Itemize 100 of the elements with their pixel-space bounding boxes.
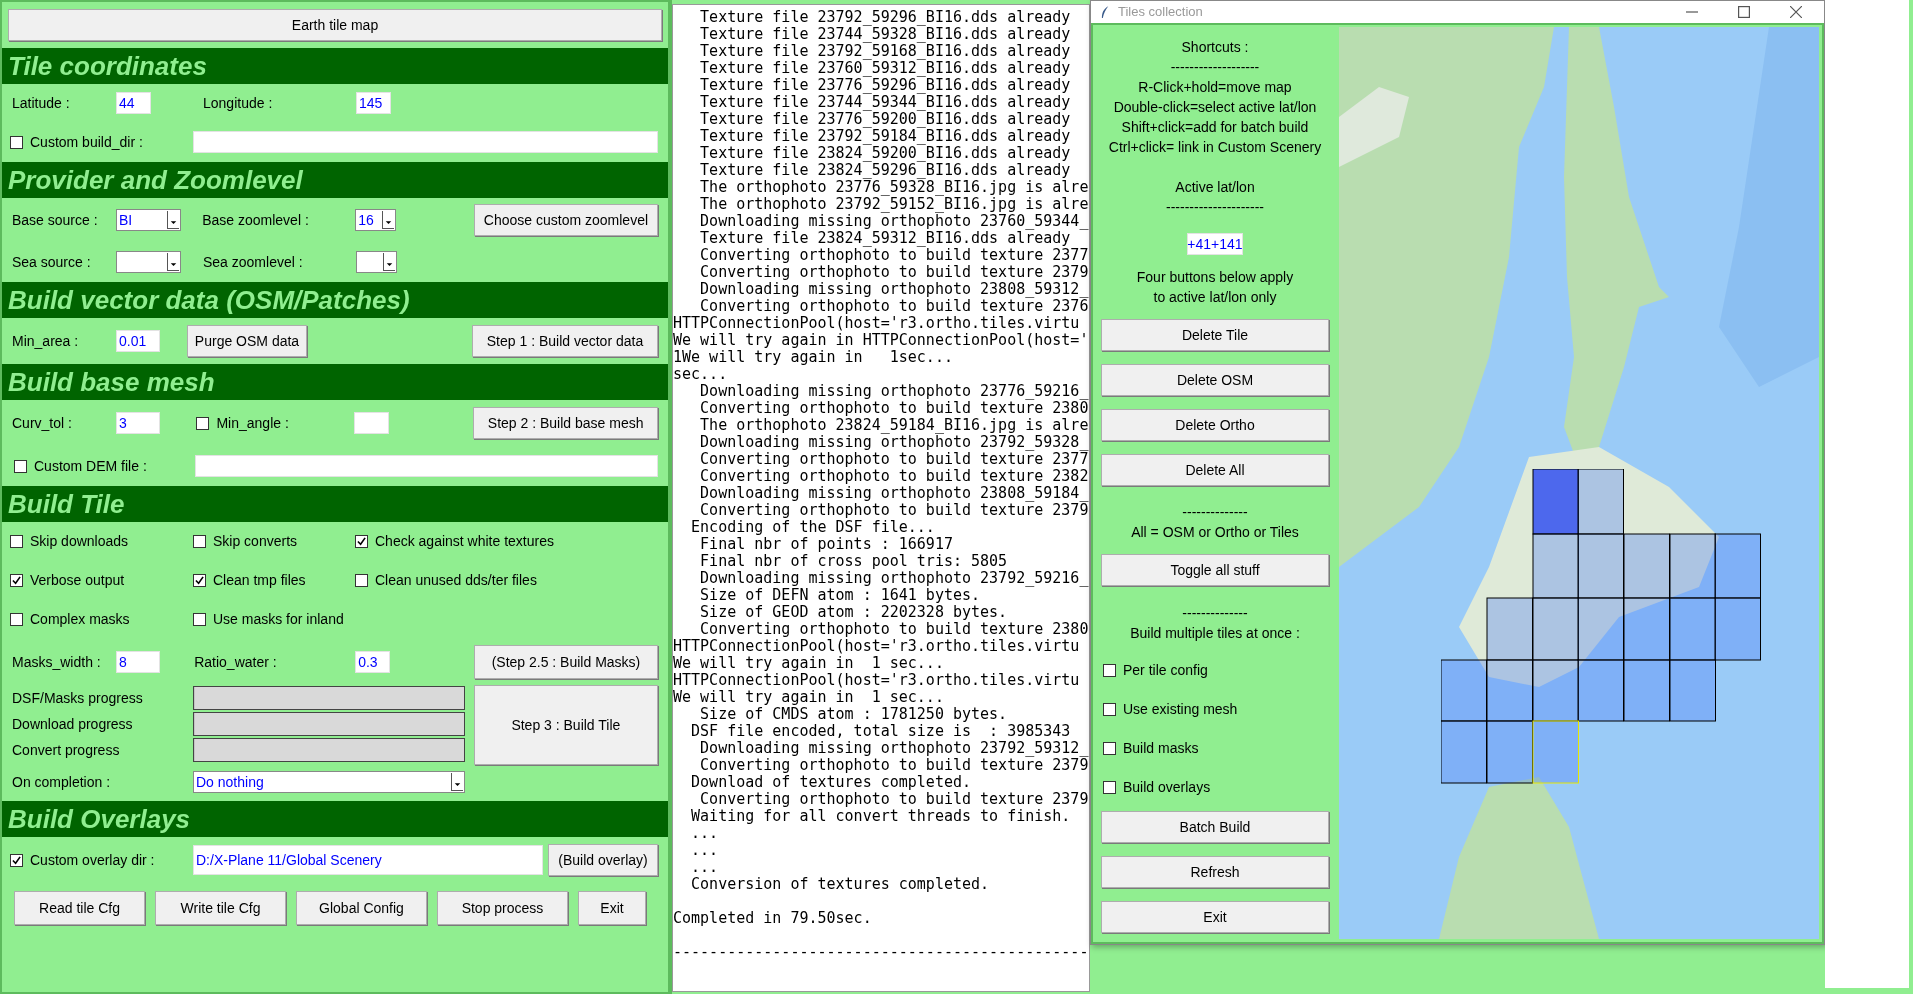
shortcut-text: R-Click+hold=move map xyxy=(1138,78,1292,97)
checkbox[interactable] xyxy=(193,535,206,548)
checkbox[interactable] xyxy=(10,574,23,587)
log-line: Texture file 23760_59312_BI16.dds already xyxy=(699,60,1072,77)
checkbox[interactable] xyxy=(10,135,23,149)
button[interactable]: Delete Tile xyxy=(1101,319,1329,351)
log-line: We will try again in 1 sec... xyxy=(673,689,945,706)
button[interactable]: Step 1 : Build vector data xyxy=(472,325,658,357)
button[interactable]: Global Config xyxy=(296,891,427,925)
log-line: Converting orthophoto to build texture 2379 xyxy=(699,502,1089,519)
log-line: Converting orthophoto to build texture 2377 xyxy=(699,247,1089,264)
checkbox[interactable] xyxy=(1103,664,1116,677)
input-field[interactable]: 0.3 xyxy=(355,651,391,673)
field-label: Convert progress xyxy=(12,740,121,760)
divider-text: ------------------- xyxy=(1170,58,1260,77)
caret-icon xyxy=(167,211,179,229)
log-line: The orthophoto 23824_59184_BI16.jpg is alre xyxy=(699,417,1089,434)
input-field[interactable]: D:/X-Plane 11/Global Scenery xyxy=(193,845,543,875)
field-label: Ratio_water : xyxy=(193,652,278,672)
checkbox[interactable] xyxy=(1103,703,1116,716)
input-field[interactable]: +41+141 xyxy=(1187,233,1243,255)
log-line: Texture file 23792_59168_BI16.dds already xyxy=(699,43,1072,60)
checkbox[interactable] xyxy=(10,535,23,548)
button[interactable]: (Build overlay) xyxy=(548,844,658,876)
button[interactable]: Refresh xyxy=(1101,856,1329,888)
button[interactable]: Delete Ortho xyxy=(1101,409,1329,441)
field-label: DSF/Masks progress xyxy=(12,688,144,708)
checkbox[interactable] xyxy=(10,613,23,626)
button[interactable]: Earth tile map xyxy=(8,9,662,41)
button[interactable]: Step 3 : Build Tile xyxy=(473,685,658,765)
maximize-icon[interactable] xyxy=(1738,6,1750,18)
input-field[interactable] xyxy=(195,455,658,477)
checkbox[interactable] xyxy=(1103,742,1116,755)
button[interactable]: Read tile Cfg xyxy=(14,891,145,925)
log-line: Completed in 79.50sec. xyxy=(673,910,873,927)
active-heading: Active lat/lon xyxy=(1175,178,1255,197)
checkbox-label: Clean unused dds/ter files xyxy=(375,571,537,590)
close-icon[interactable] xyxy=(1790,6,1802,18)
checkbox[interactable] xyxy=(10,853,23,867)
checkbox[interactable] xyxy=(196,416,210,430)
section-header: Build Tile xyxy=(2,486,668,522)
log-line: Conversion of textures completed. xyxy=(690,876,991,893)
input-field[interactable]: 145 xyxy=(356,92,391,114)
log-line: sec... xyxy=(673,366,729,383)
checkbox-label: Skip downloads xyxy=(30,532,129,551)
divider-text: -------------- xyxy=(1182,503,1248,522)
field-label: Min_area : xyxy=(12,331,80,351)
button[interactable]: Toggle all stuff xyxy=(1101,554,1329,586)
input-field[interactable]: 8 xyxy=(116,651,160,673)
button[interactable]: Choose custom zoomlevel xyxy=(473,204,658,236)
dropdown-field[interactable] xyxy=(116,251,181,273)
input-field[interactable] xyxy=(193,131,658,153)
checkbox-label: Build overlays xyxy=(1123,778,1211,797)
shortcut-text: Shift+click=add for batch build xyxy=(1121,118,1309,137)
button[interactable]: Write tile Cfg xyxy=(155,891,286,925)
button[interactable]: Purge OSM data xyxy=(187,325,307,357)
log-line: Downloading missing orthophoto 23808_59312_ xyxy=(699,281,1089,298)
checkbox[interactable] xyxy=(14,459,27,473)
log-line: Texture file 23744_59344_BI16.dds already xyxy=(699,94,1072,111)
dropdown-field[interactable]: 16 xyxy=(355,209,397,231)
log-line: Downloading missing orthophoto 23792_59216_ xyxy=(699,570,1089,587)
log-line: Final nbr of points : 166917 xyxy=(699,536,954,553)
section-header: Build vector data (OSM/Patches) xyxy=(2,282,668,318)
dropdown-field[interactable]: Do nothing xyxy=(193,771,465,793)
caret-icon xyxy=(382,211,395,229)
log-line: Size of DEFN atom : 1641 bytes. xyxy=(699,587,981,604)
log-line: Downloading missing orthophoto 23792_59328_ xyxy=(699,434,1089,451)
log-line: Texture file 23792_59184_BI16.dds already xyxy=(699,128,1072,145)
field-label: Download progress xyxy=(12,714,134,734)
log-line: Downloading missing orthophoto 23808_59184_ xyxy=(699,485,1089,502)
button[interactable]: Stop process xyxy=(437,891,568,925)
button[interactable]: (Step 2.5 : Build Masks) xyxy=(473,645,658,679)
log-line: Converting orthophoto to build texture 2379 xyxy=(699,791,1089,808)
button[interactable]: Exit xyxy=(1101,901,1329,933)
button[interactable]: Step 2 : Build base mesh xyxy=(473,407,658,439)
input-field[interactable] xyxy=(354,412,390,434)
checkmark-icon xyxy=(12,576,21,585)
checkbox[interactable] xyxy=(1103,781,1116,794)
checkbox[interactable] xyxy=(193,574,206,587)
input-field[interactable]: 0.01 xyxy=(116,330,160,352)
checkbox[interactable] xyxy=(355,574,368,587)
input-field[interactable]: 3 xyxy=(116,412,160,434)
checkbox[interactable] xyxy=(355,535,368,548)
checkmark-icon xyxy=(12,855,21,865)
log-line: Downloading missing orthophoto 23776_59216_ xyxy=(699,383,1089,400)
log-line: ... xyxy=(690,825,720,842)
log-line: Converting orthophoto to build texture 2380 xyxy=(699,621,1089,638)
dropdown-field[interactable] xyxy=(356,251,397,273)
checkbox[interactable] xyxy=(193,613,206,626)
button[interactable]: Exit xyxy=(578,891,646,925)
shortcut-text: Ctrl+click= link in Custom Scenery xyxy=(1108,138,1322,157)
dropdown-field[interactable]: BI xyxy=(116,209,181,231)
button[interactable]: Batch Build xyxy=(1101,811,1329,843)
input-field[interactable]: 44 xyxy=(116,92,151,114)
section-header: Build base mesh xyxy=(2,364,668,400)
button[interactable]: Delete OSM xyxy=(1101,364,1329,396)
log-line: Texture file 23824_59312_BI16.dds already xyxy=(699,230,1071,247)
button[interactable]: Delete All xyxy=(1101,454,1329,486)
log-line: HTTPConnectionPool(host='r3.ortho.tiles.virtu xyxy=(673,638,1081,655)
field-label: Base zoomlevel : xyxy=(201,210,310,230)
